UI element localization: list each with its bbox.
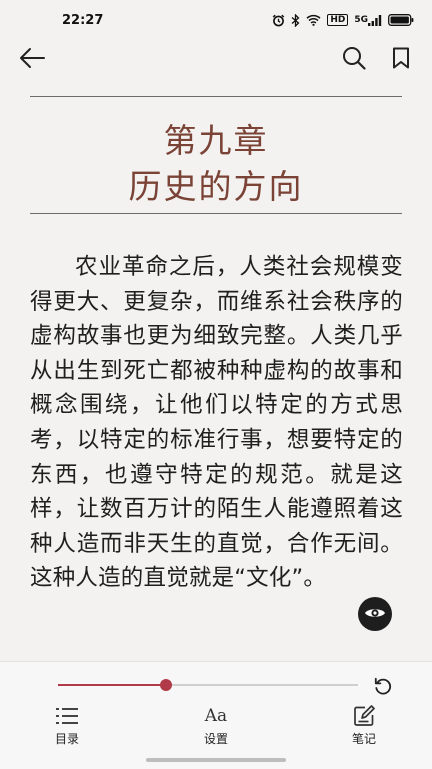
progress-fill <box>58 684 166 686</box>
alarm-icon <box>272 14 285 27</box>
chapter-number: 第九章 <box>163 121 269 160</box>
progress-slider[interactable] <box>58 679 358 691</box>
chapter-title: 历史的方向 <box>128 167 304 206</box>
nav-label-settings: 设置 <box>203 732 228 746</box>
status-bar: 22:27 HD 5G <box>0 0 432 40</box>
nav-label-contents: 目录 <box>54 732 79 746</box>
list-icon <box>56 704 78 728</box>
chapter-header: 第九章 历史的方向 <box>30 96 402 214</box>
hd-icon: HD <box>327 14 349 26</box>
search-icon[interactable] <box>342 46 366 70</box>
wifi-icon <box>306 14 321 26</box>
bottom-nav: 目录 Aa 设置 笔记 <box>0 704 432 750</box>
battery-icon <box>388 14 414 26</box>
toolbar-actions <box>342 46 410 70</box>
nav-item-contents[interactable]: 目录 <box>27 704 107 750</box>
note-edit-icon <box>353 704 375 728</box>
chapter-paragraph: 农业革命之后，人类社会规模变得更大、更复杂，而维系社会秩序的虚构故事也更为细致完… <box>30 254 403 592</box>
nav-item-notes[interactable]: 笔记 <box>324 704 404 750</box>
header-top-rule <box>30 96 402 97</box>
reset-progress-icon[interactable] <box>372 675 394 697</box>
font-settings-glyph: Aa <box>204 706 228 726</box>
header-bottom-rule <box>30 213 402 214</box>
reader-bottom-panel: 目录 Aa 设置 笔记 <box>0 661 432 769</box>
bluetooth-icon <box>291 13 300 27</box>
nav-label-notes: 笔记 <box>351 732 376 746</box>
nav-item-settings[interactable]: Aa 设置 <box>176 704 256 750</box>
status-time: 22:27 <box>62 12 104 28</box>
bookmark-icon[interactable] <box>392 47 410 69</box>
status-icons: HD 5G <box>272 13 414 27</box>
signal-label: 5G <box>354 15 368 25</box>
reader-toolbar <box>0 40 432 76</box>
font-settings-icon: Aa <box>205 704 227 728</box>
back-arrow-icon[interactable] <box>18 47 46 69</box>
eye-icon <box>364 605 386 624</box>
signal-icon: 5G <box>354 14 382 26</box>
eye-care-button[interactable] <box>358 597 392 631</box>
progress-thumb[interactable] <box>160 679 172 691</box>
home-indicator[interactable] <box>146 758 286 762</box>
